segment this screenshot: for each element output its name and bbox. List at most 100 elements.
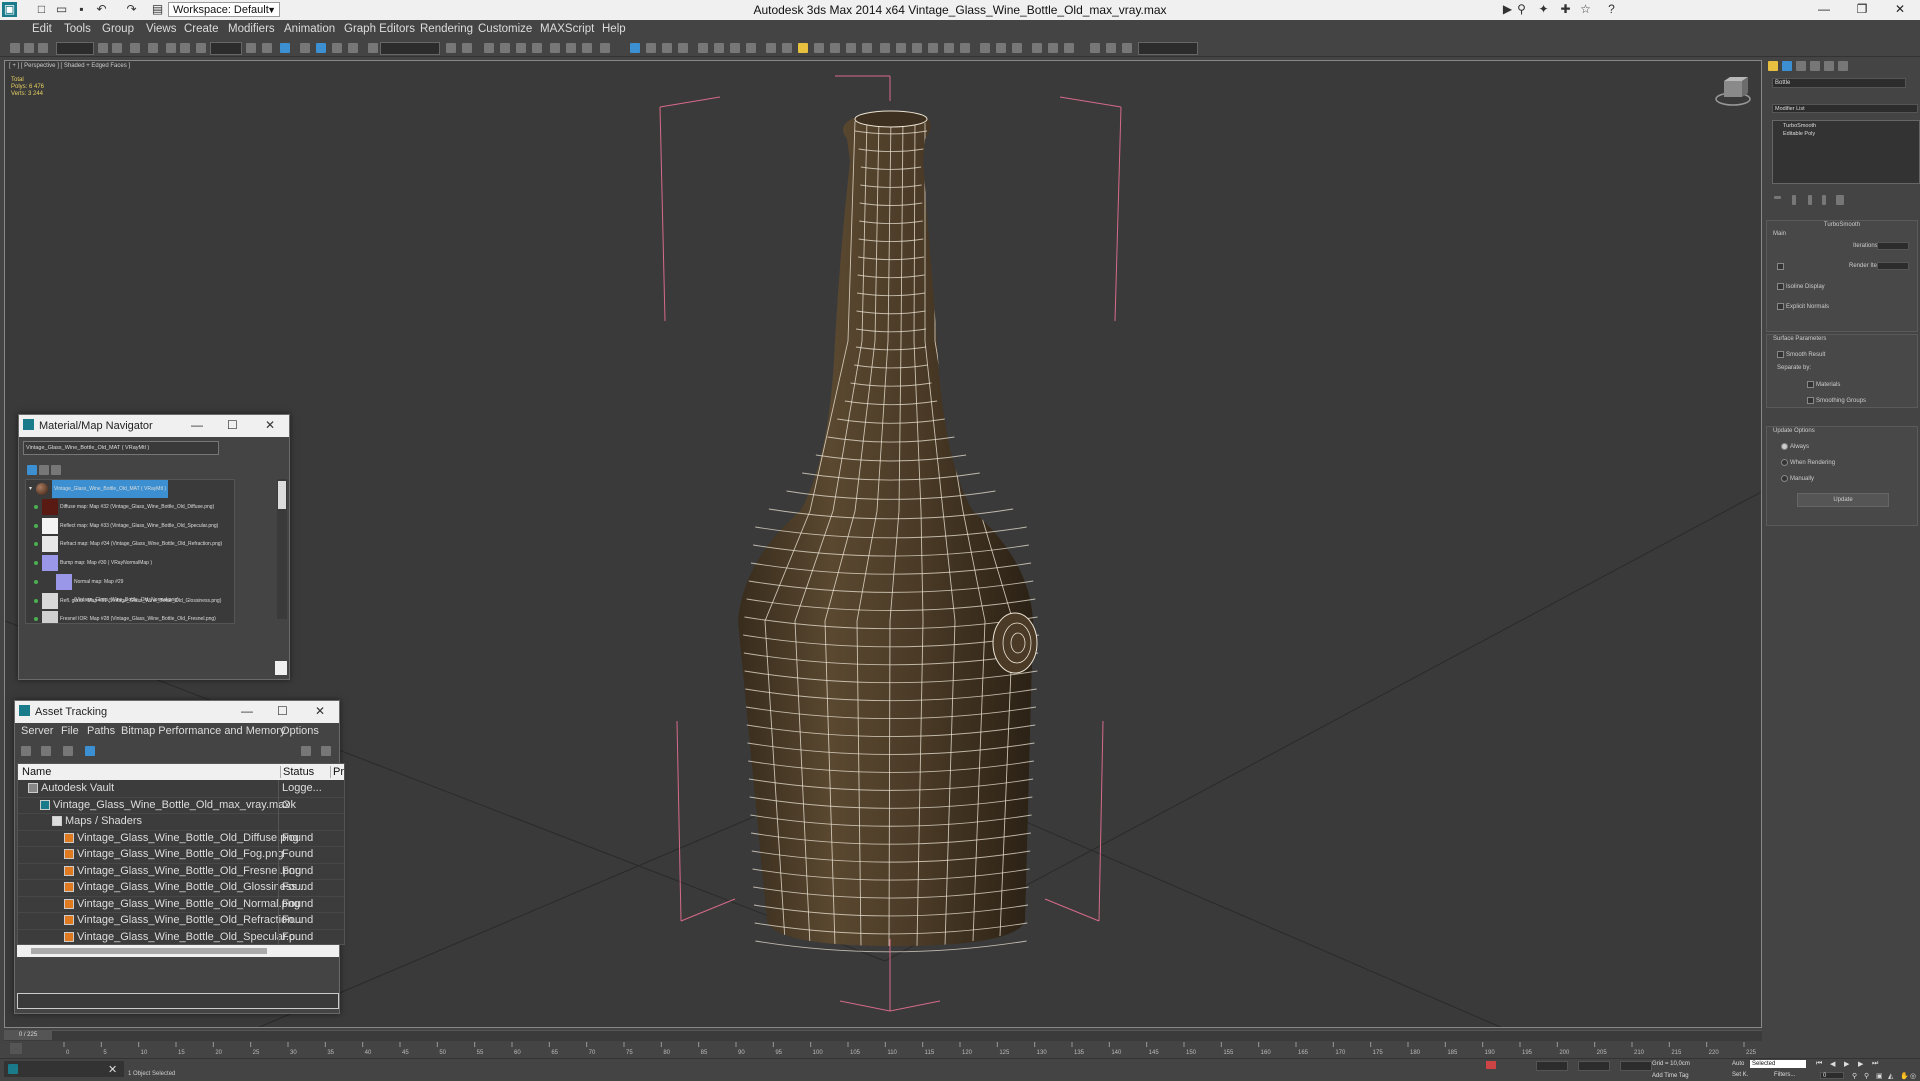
menu-group[interactable]: Group (102, 23, 134, 35)
vray-toolbar-icon[interactable] (630, 43, 640, 53)
auto-key-label[interactable]: Auto (1732, 1061, 1744, 1067)
material-map-row[interactable]: Diffuse map: Map #32 (Vintage_Glass_Wine… (26, 498, 226, 516)
material-map-row[interactable]: Fresnel IOR: Map #28 (Vintage_Glass_Wine… (26, 610, 226, 623)
utilities-tab-icon[interactable] (1838, 61, 1848, 71)
viewcube[interactable] (1715, 77, 1751, 106)
filters-button[interactable]: Filters... (1774, 1072, 1795, 1078)
go-to-end-icon[interactable]: ⏭ (1872, 1060, 1878, 1068)
explicit-normals-checkbox[interactable]: Explicit Normals (1777, 303, 1829, 310)
vray-physical-camera-icon[interactable] (846, 43, 856, 53)
asset-table-row[interactable]: Vintage_Glass_Wine_Bottle_Old_Glossiness… (18, 879, 344, 897)
asset-table-row[interactable]: Vintage_Glass_Wine_Bottle_Old_Diffuse.pn… (18, 830, 344, 847)
material-tree-scrollbar[interactable] (277, 479, 287, 619)
select-manipulate-icon[interactable] (262, 43, 272, 53)
manually-radio[interactable]: Manually (1781, 475, 1814, 482)
snaps-toggle-icon[interactable] (300, 43, 310, 53)
scale-icon[interactable] (196, 43, 206, 53)
lock-selection-icon[interactable] (1486, 1061, 1496, 1069)
graphite-toolbox-icon[interactable] (500, 43, 510, 53)
key-filter-dropdown[interactable]: Selected (1750, 1060, 1806, 1068)
highlight-editable-icon[interactable] (85, 746, 95, 756)
vray-frame-buffer-icon[interactable] (646, 43, 656, 53)
settings-icon[interactable] (321, 746, 331, 756)
vray-mtl-icon[interactable] (830, 43, 840, 53)
track-bar[interactable]: 0 5 10 15 20 25 30 35 40 45 50 55 60 65 70 75 80 85 90 95 10… (4, 1042, 1762, 1056)
resize-handle[interactable] (275, 661, 287, 675)
asset-table-row[interactable]: Autodesk Vault Logge... (18, 780, 344, 798)
minimize-window-button[interactable]: — (1812, 2, 1836, 16)
menu-tools[interactable]: Tools (64, 23, 91, 35)
unlink-icon[interactable] (24, 43, 34, 53)
parameter-collector-icon[interactable] (1106, 43, 1116, 53)
material-map-row[interactable]: Bump map: Map #30 ( VRayNormalMap ) (26, 554, 226, 572)
stack-item-turbosmooth[interactable]: TurboSmooth (1783, 123, 1816, 129)
maximize-icon[interactable]: ☐ (277, 704, 288, 718)
view-small-icons-icon[interactable] (51, 465, 61, 475)
select-by-name-icon[interactable] (112, 43, 122, 53)
help-icon[interactable]: ? (1604, 2, 1619, 17)
always-radio[interactable]: Always (1781, 443, 1809, 450)
align-icon[interactable] (462, 43, 472, 53)
asset-table-row[interactable]: Vintage_Glass_Wine_Bottle_Old_Fog.png Fou… (18, 846, 344, 864)
list-view-icon[interactable] (21, 746, 31, 756)
menu-graph-editors[interactable]: Graph Editors (344, 23, 415, 35)
selection-region-icon[interactable] (130, 43, 140, 53)
select-link-icon[interactable] (10, 43, 20, 53)
render-iters-checkbox[interactable] (1777, 263, 1786, 270)
keyboard-shortcut-override-icon[interactable] (280, 43, 290, 53)
schematic-view-icon[interactable] (532, 43, 542, 53)
material-map-row[interactable]: Refl. gloss.: Map #31 (Vintage_Glass_Win… (26, 592, 226, 610)
percent-snap-icon[interactable] (332, 43, 342, 53)
info-center-arrow-icon[interactable]: ▶ (1500, 2, 1515, 17)
add-time-tag[interactable]: Add Time Tag (1652, 1073, 1689, 1079)
object-name-field[interactable]: Bottle (1772, 78, 1906, 88)
vray-bitmap-icon[interactable] (1064, 43, 1074, 53)
vray-vfb-icon[interactable] (928, 43, 938, 53)
y-coordinate-field[interactable] (1578, 1061, 1610, 1071)
menu-views[interactable]: Views (146, 23, 176, 35)
render-setup-icon[interactable] (566, 43, 576, 53)
menu-rendering[interactable]: Rendering (420, 23, 473, 35)
current-material-field[interactable]: Vintage_Glass_Wine_Bottle_Old_MAT ( VRay… (23, 441, 219, 455)
modify-tab-icon[interactable] (1782, 61, 1792, 71)
menu-create[interactable]: Create (184, 23, 219, 35)
reference-coordinate-dropdown[interactable] (210, 42, 242, 55)
materials-checkbox[interactable]: Materials (1807, 381, 1840, 388)
tools-icon[interactable]: ✦ (1536, 2, 1551, 17)
refresh-icon[interactable] (63, 746, 73, 756)
zoom-extents-icon[interactable]: ▣ (1876, 1072, 1883, 1080)
close-window-button[interactable]: ✕ (1888, 2, 1912, 16)
vray-fur-icon[interactable] (782, 43, 792, 53)
angle-snap-icon[interactable] (316, 43, 326, 53)
bind-space-warp-icon[interactable] (38, 43, 48, 53)
view-list-icon[interactable] (27, 465, 37, 475)
asset-table-row[interactable]: Maps / Shaders (18, 813, 344, 831)
selection-filter-dropdown[interactable] (56, 42, 94, 55)
vray-displacement-icon[interactable] (862, 43, 872, 53)
when-rendering-radio[interactable]: When Rendering (1781, 459, 1835, 466)
table-view-icon[interactable] (41, 746, 51, 756)
vray-plane-icon[interactable] (698, 43, 708, 53)
zoom-icon[interactable]: ⚲ (1852, 1072, 1857, 1080)
window-crossing-icon[interactable] (148, 43, 158, 53)
stack-item-editable-poly[interactable]: Editable Poly (1783, 131, 1815, 137)
update-button[interactable]: Update (1797, 493, 1889, 507)
at-menu-bitmap-performance[interactable]: Bitmap Performance and Memory (121, 725, 285, 737)
mirror-icon[interactable] (446, 43, 456, 53)
x-coordinate-field[interactable] (1536, 1061, 1568, 1071)
z-coordinate-field[interactable] (1620, 1061, 1652, 1071)
make-unique-icon[interactable] (1808, 195, 1812, 205)
help-query-icon[interactable] (301, 746, 311, 756)
orbit-icon[interactable]: ◎ (1910, 1072, 1916, 1080)
vray-sphere-icon[interactable] (746, 43, 756, 53)
render-production-icon[interactable] (600, 43, 610, 53)
configure-sets-icon[interactable] (1836, 195, 1844, 205)
rendered-frame-window-icon[interactable] (582, 43, 592, 53)
vray-rt-icon[interactable] (996, 43, 1006, 53)
vray-render-icon[interactable] (980, 43, 990, 53)
wine-bottle-model[interactable] (705, 101, 1065, 961)
asset-table-row[interactable]: Vintage_Glass_Wine_Bottle_Old_Refraction… (18, 912, 344, 930)
spinner-snap-icon[interactable] (348, 43, 358, 53)
close-icon[interactable]: ✕ (315, 704, 325, 718)
menu-edit[interactable]: Edit (32, 23, 52, 35)
